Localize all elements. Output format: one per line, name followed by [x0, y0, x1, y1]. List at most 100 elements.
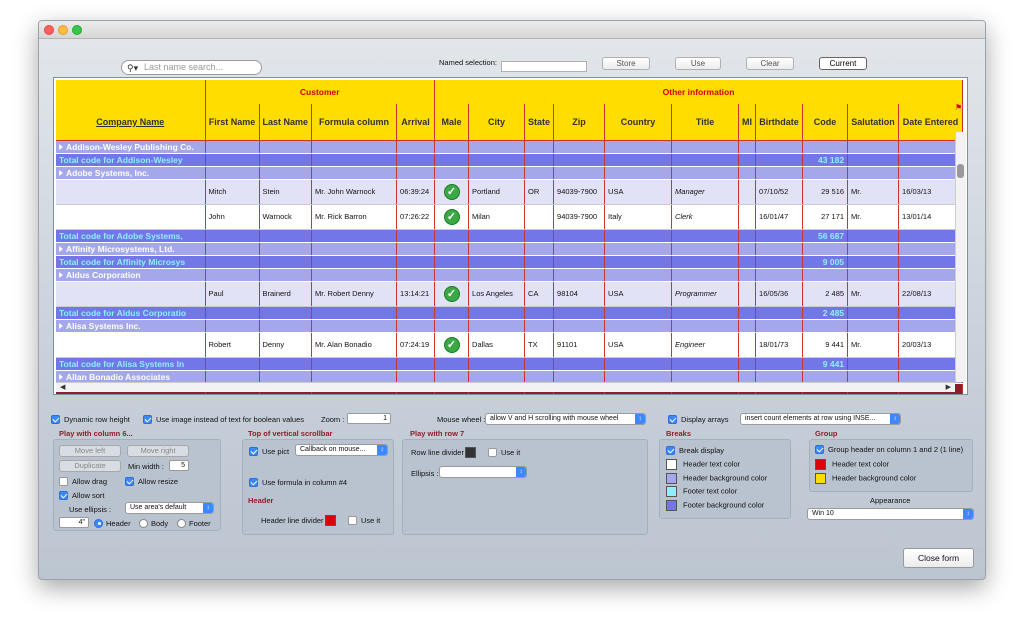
disclosure-triangle-icon[interactable] [59, 322, 63, 329]
callback-select[interactable]: Callback on mouse... ↕ [295, 444, 388, 456]
allow-resize-checkbox[interactable]: Allow resize [125, 476, 178, 487]
dynamic-row-height-checkbox[interactable]: Dynamic row height [51, 414, 130, 425]
allow-sort-checkbox[interactable]: Allow sort [59, 490, 105, 501]
mouse-wheel-select[interactable]: allow V and H scrolling with mouse wheel… [485, 413, 646, 425]
column-header[interactable]: Birthdate [755, 104, 804, 141]
empty-cell [434, 229, 470, 243]
checkbox-label: Dynamic row height [64, 415, 130, 424]
chevron-down-icon: ↕ [203, 503, 213, 513]
display-arrays-checkbox[interactable]: Display arrays [668, 414, 729, 425]
group-row[interactable]: Addison-Wesley Publishing Co. [56, 140, 964, 154]
group-header-checkbox[interactable]: Group header on column 1 and 2 (1 line) [815, 444, 963, 455]
column-header[interactable]: Zip [553, 104, 606, 141]
column-header[interactable]: Country [604, 104, 673, 141]
disclosure-triangle-icon[interactable] [59, 373, 63, 380]
arrays-select[interactable]: insert count elements at row using INSE.… [740, 413, 901, 425]
appearance-select[interactable]: Win 10 ↕ [807, 508, 974, 520]
disclosure-triangle-icon[interactable] [59, 271, 63, 278]
use-pict-checkbox[interactable]: Use pict [249, 446, 289, 457]
column-header[interactable]: Title [671, 104, 740, 141]
column-header[interactable]: First Name [205, 104, 260, 141]
group-row[interactable]: Alisa Systems Inc. [56, 319, 964, 333]
font-size-input[interactable]: 4" [59, 517, 89, 528]
scroll-left-icon[interactable]: ◀ [60, 383, 65, 393]
zoom-input[interactable]: 1 [347, 413, 391, 424]
ellipsis-select[interactable]: ↕ [439, 466, 527, 478]
body-radio[interactable]: Body [139, 518, 168, 529]
minimize-window-icon[interactable] [58, 25, 68, 35]
column-header[interactable]: City [468, 104, 526, 141]
group-header-text-color[interactable]: Header text color [815, 459, 889, 470]
clear-button[interactable]: Clear [746, 57, 794, 70]
subtotal-row[interactable]: Total code for Addison-Wesley 43 182 [56, 153, 964, 167]
row-divider-use-it-checkbox[interactable]: Use it [488, 447, 520, 458]
select-value: insert count elements at row using INSE.… [745, 415, 876, 422]
column-header[interactable]: Male [434, 104, 470, 141]
disclosure-triangle-icon[interactable] [59, 143, 63, 150]
footer-radio[interactable]: Footer [177, 518, 211, 529]
close-window-icon[interactable] [44, 25, 54, 35]
break-header-bg-color[interactable]: Header background color [666, 473, 767, 484]
header-divider-color-swatch[interactable] [325, 515, 336, 526]
listbox-grid[interactable]: Customer Other information Company Name Fir… [53, 77, 968, 395]
move-right-button[interactable]: Move right [127, 445, 189, 457]
column-header[interactable]: MI [738, 104, 757, 141]
empty-cell [434, 255, 470, 269]
column-header[interactable]: State [524, 104, 555, 141]
column-header[interactable]: Company Name [56, 104, 206, 141]
min-width-input[interactable]: 5 [169, 460, 189, 471]
group-row[interactable]: Aldus Corporation [56, 268, 964, 282]
column-header[interactable]: Code [802, 104, 849, 141]
break-footer-text-color[interactable]: Footer text color [666, 486, 737, 497]
header-divider-use-it-checkbox[interactable]: Use it [348, 515, 380, 526]
break-display-checkbox[interactable]: Break display [666, 445, 724, 456]
group-row[interactable]: Adobe Systems, Inc. [56, 166, 964, 180]
disclosure-triangle-icon[interactable] [59, 245, 63, 252]
column-header[interactable]: Formula column [311, 104, 398, 141]
close-form-button[interactable]: Close form [903, 548, 974, 568]
group-header-bg-color[interactable]: Header background color [815, 473, 916, 484]
empty-cell [311, 140, 398, 154]
break-header-text-color[interactable]: Header text color [666, 459, 740, 470]
data-row[interactable]: Mitch Stein Mr. John Warnock 06:39:24 ✓ Portl… [56, 179, 964, 205]
subtotal-row[interactable]: Total code for Adobe Systems, 56 687 [56, 229, 964, 243]
data-row[interactable]: Paul Brainerd Mr. Robert Denny 13:14:21 ✓ Los… [56, 281, 964, 307]
header-radio[interactable]: Header [94, 518, 131, 529]
scroll-right-icon[interactable]: ▶ [946, 383, 951, 393]
color-swatch [815, 473, 826, 484]
subtotal-label-cell: Total code for Addison-Wesley [56, 153, 206, 167]
subtotal-row[interactable]: Total code for Affinity Microsys 9 005 [56, 255, 964, 269]
move-left-button[interactable]: Move left [59, 445, 121, 457]
vertical-scroll-thumb[interactable] [957, 164, 964, 178]
column-header[interactable]: Arrival [396, 104, 436, 141]
empty-cell [802, 242, 849, 256]
use-image-bool-checkbox[interactable]: Use image instead of text for boolean va… [143, 414, 304, 425]
empty-cell [671, 242, 740, 256]
store-button[interactable]: Store [602, 57, 650, 70]
horizontal-scrollbar[interactable]: ◀ ▶ [56, 382, 955, 392]
use-formula-checkbox[interactable]: Use formula in column #4 [249, 477, 347, 488]
data-row[interactable]: John Warnock Mr. Rick Barron 07:26:22 ✓ Milan… [56, 204, 964, 230]
column-header[interactable]: Salutation [847, 104, 900, 141]
disclosure-triangle-icon[interactable] [59, 169, 63, 176]
row-divider-color-swatch[interactable] [465, 447, 476, 458]
break-footer-bg-color[interactable]: Footer background color [666, 500, 764, 511]
allow-drag-checkbox[interactable]: Allow drag [59, 476, 107, 487]
duplicate-button[interactable]: Duplicate [59, 460, 121, 472]
empty-cell [755, 140, 804, 154]
current-button[interactable]: Current [819, 57, 867, 70]
search-input[interactable]: ⚲▾ Last name search... [121, 60, 262, 75]
column-header[interactable]: Date Entered [898, 104, 964, 141]
column-header[interactable]: Last Name [259, 104, 313, 141]
zoom-window-icon[interactable] [72, 25, 82, 35]
header-section-title: Header [248, 496, 274, 505]
subtotal-row[interactable]: Total code for Aldus Corporatio 2 485 [56, 306, 964, 320]
subtotal-row[interactable]: Total code for Alisa Systems In 9 441 [56, 357, 964, 371]
mi-cell [738, 179, 757, 205]
named-selection-input[interactable] [501, 61, 587, 72]
data-row[interactable]: Robert Denny Mr. Alan Bonadio 07:24:19 ✓ Dall… [56, 332, 964, 358]
use-ellipsis-select[interactable]: Use area's default ↕ [125, 502, 214, 514]
use-button[interactable]: Use [675, 57, 721, 70]
state-cell: TX [524, 332, 555, 358]
group-row[interactable]: Affinity Microsystems, Ltd. [56, 242, 964, 256]
